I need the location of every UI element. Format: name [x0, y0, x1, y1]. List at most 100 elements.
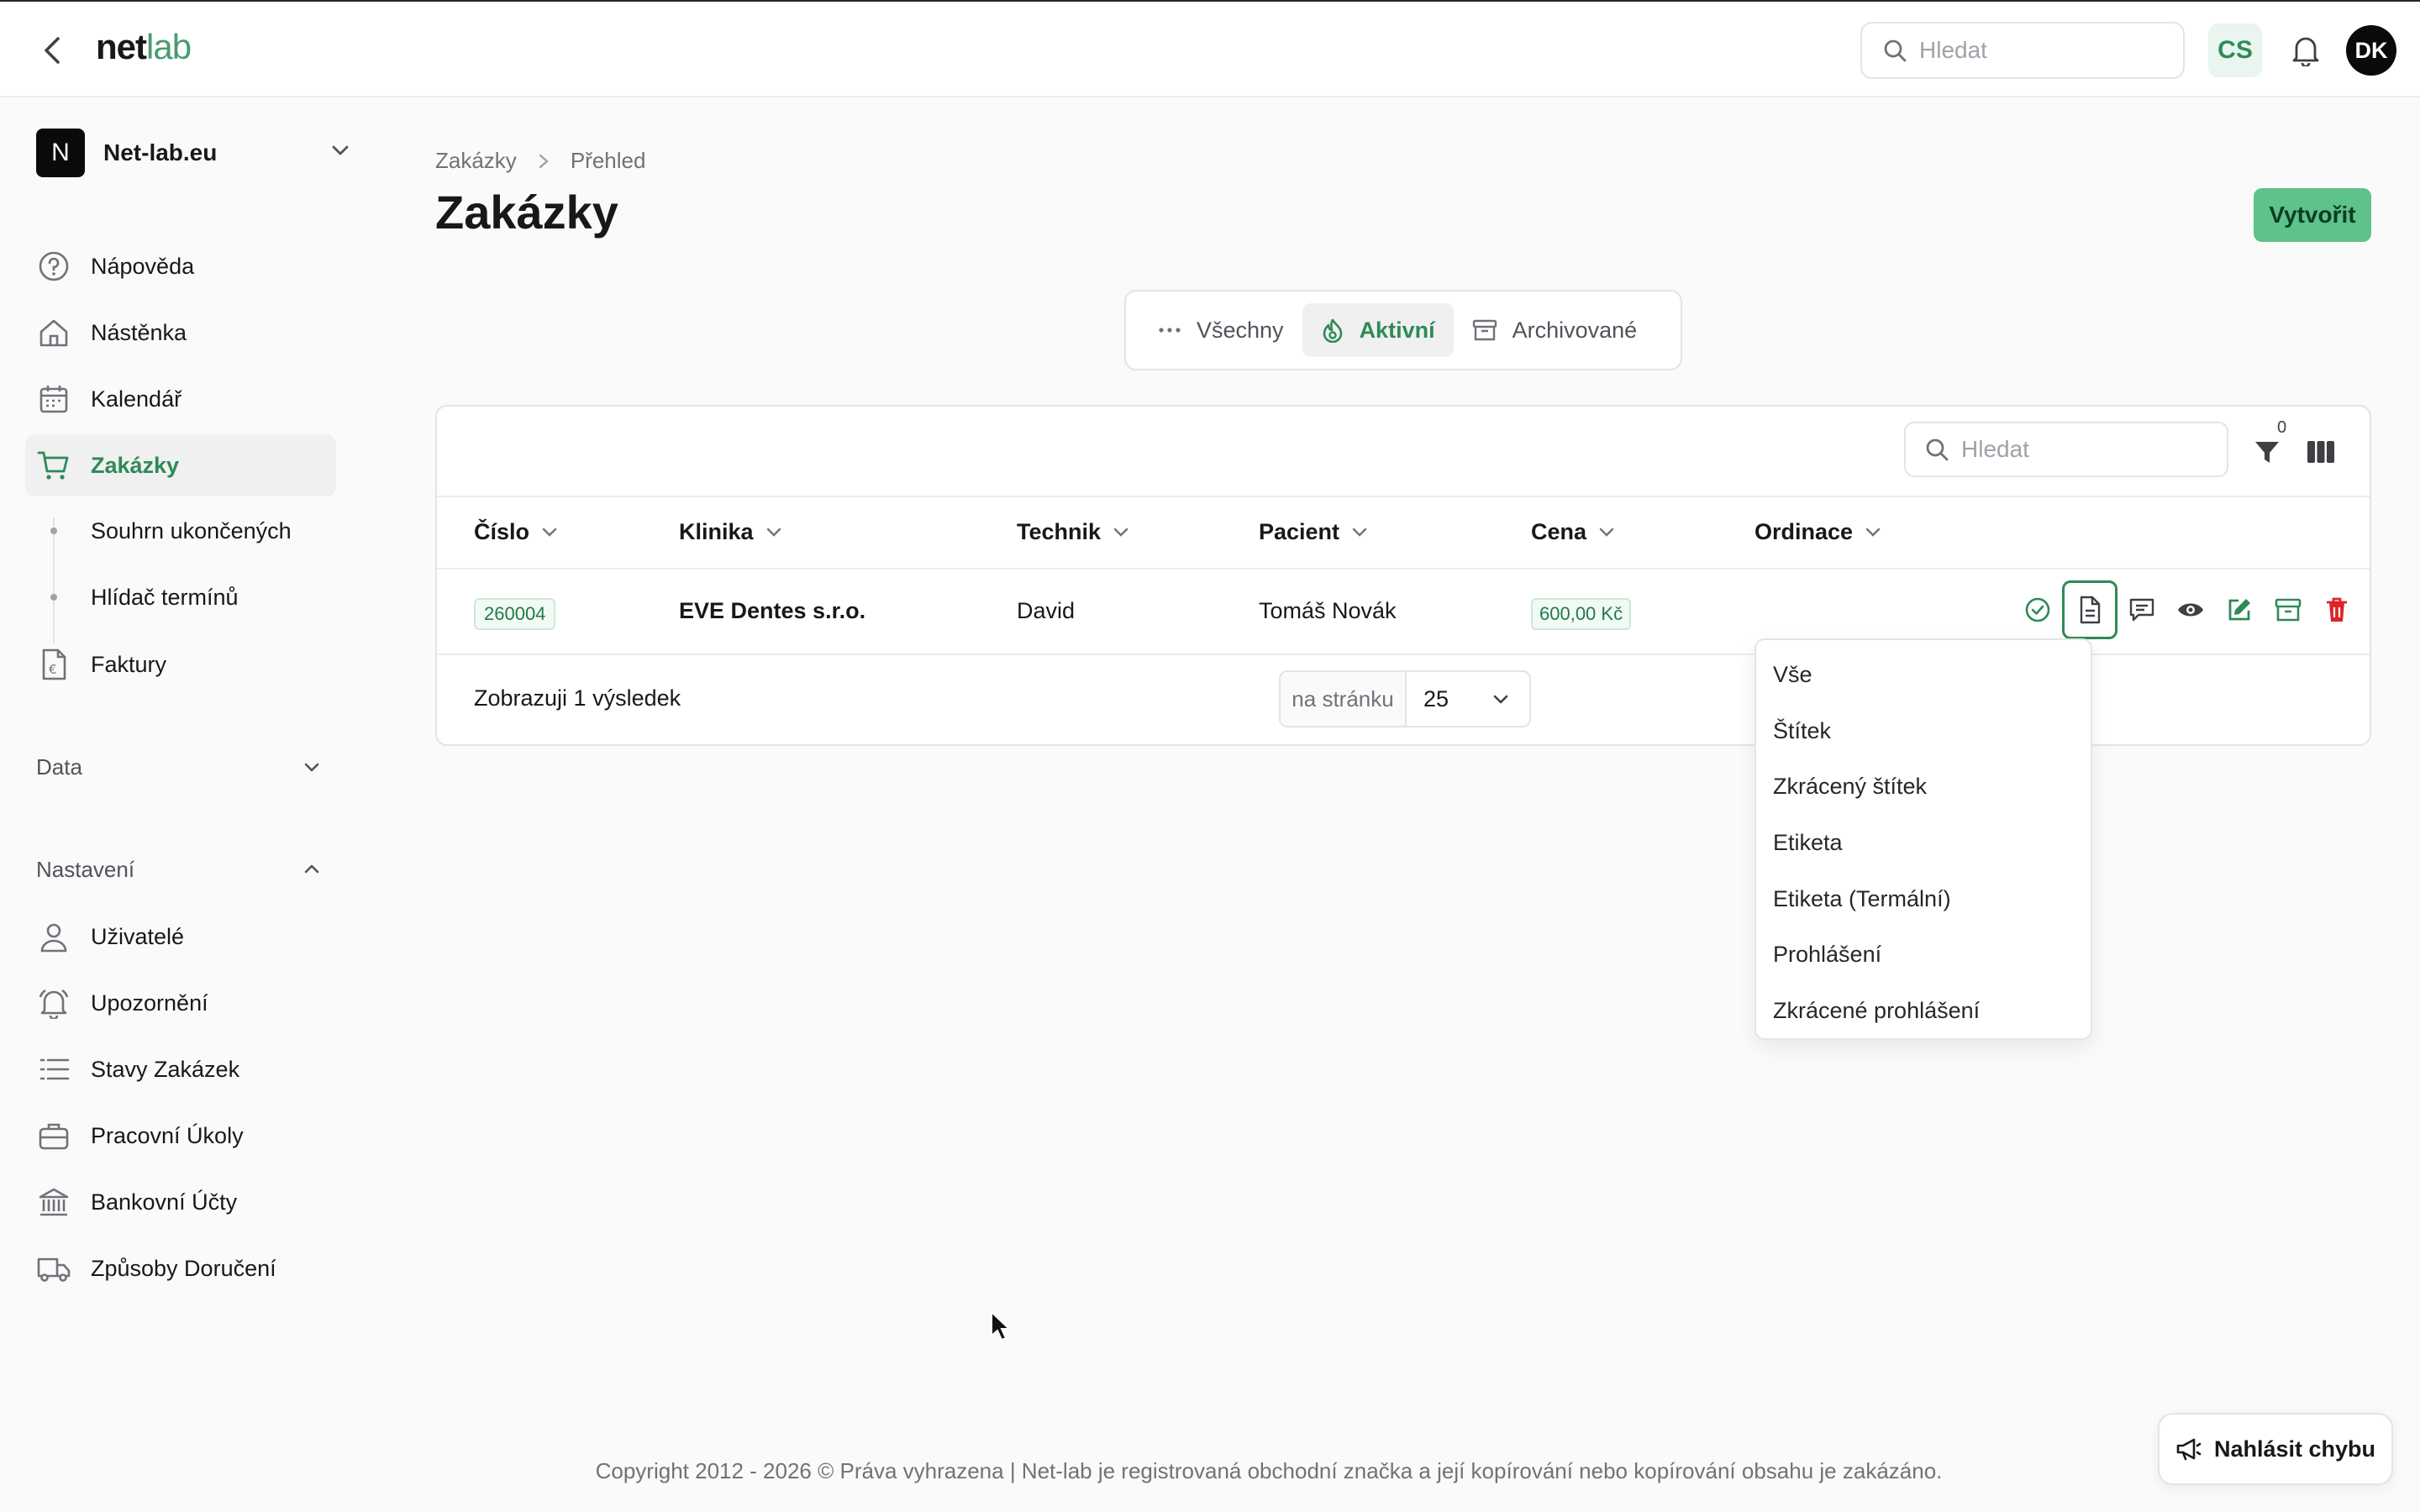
report-bug-button[interactable]: Nahlásit chybu [2158, 1413, 2393, 1485]
column-header-number[interactable]: Číslo [474, 519, 558, 545]
tab-all[interactable]: Všechny [1139, 303, 1302, 357]
help-circle-icon [37, 249, 71, 283]
report-bug-label: Nahlásit chybu [2213, 1436, 2376, 1462]
sidebar-section-data[interactable]: Data [36, 746, 322, 788]
sidebar-item-invoices[interactable]: € Faktury [25, 633, 336, 696]
sidebar-item-notifications[interactable]: Upozornění [25, 972, 336, 1034]
archive-button[interactable] [2264, 580, 2312, 640]
truck-icon [37, 1252, 71, 1285]
per-page-select[interactable]: na stránku 25 [1279, 670, 1531, 727]
print-menu-item-declaration[interactable]: Prohlášení [1756, 927, 2091, 983]
sidebar-item-label: Způsoby Doručení [91, 1255, 276, 1281]
sidebar-item-help[interactable]: Nápověda [25, 235, 336, 297]
chevron-down-icon [765, 527, 782, 538]
breadcrumb-root-link[interactable]: Zakázky [435, 148, 517, 174]
table-header: Číslo Klinika Technik Pacient Cena Ordin… [437, 496, 2370, 570]
bell-icon [37, 986, 71, 1020]
sidebar-item-work-tasks[interactable]: Pracovní Úkoly [25, 1105, 336, 1167]
user-icon [37, 920, 71, 953]
global-search-input[interactable] [1919, 37, 2154, 64]
cell-patient: Tomáš Novák [1259, 598, 1397, 623]
sidebar-item-delivery-methods[interactable]: Způsoby Doručení [25, 1237, 336, 1299]
print-documents-button[interactable] [2062, 580, 2118, 639]
netlab-logo[interactable]: netlab [96, 27, 192, 67]
cell-clinic: EVE Dentes s.r.o. [679, 598, 866, 623]
bullet-dot [50, 594, 57, 601]
column-header-patient[interactable]: Pacient [1259, 519, 1368, 545]
search-icon [1884, 39, 1907, 62]
home-icon [37, 316, 71, 349]
organization-badge: N [36, 129, 85, 177]
bank-icon [37, 1185, 71, 1219]
sidebar-item-label: Upozornění [91, 990, 208, 1016]
column-header-technician[interactable]: Technik [1017, 519, 1129, 545]
column-header-office[interactable]: Ordinace [1754, 519, 1881, 545]
top-bar: netlab CS DK [0, 0, 2420, 97]
delete-button[interactable] [2312, 580, 2361, 640]
columns-icon [2307, 441, 2334, 463]
print-menu-item-all[interactable]: Vše [1756, 647, 2091, 703]
chevron-left-icon [45, 37, 60, 64]
sidebar-item-label: Kalendář [91, 386, 182, 412]
tab-label: Aktivní [1359, 317, 1435, 343]
sidebar-item-label: Stavy Zakázek [91, 1056, 240, 1082]
column-header-label: Klinika [679, 519, 754, 544]
column-header-clinic[interactable]: Klinika [679, 519, 782, 545]
archive-icon [1472, 318, 1497, 342]
page-title: Zakázky [435, 186, 618, 239]
price-badge: 600,00 Kč [1531, 598, 1632, 630]
sidebar-item-dashboard[interactable]: Nástěnka [25, 302, 336, 364]
print-menu-item-etiquette-thermal[interactable]: Etiketa (Termální) [1756, 871, 2091, 927]
sidebar-item-order-states[interactable]: Stavy Zakázek [25, 1038, 336, 1100]
sidebar-section-settings[interactable]: Nastavení [36, 848, 322, 890]
columns-button[interactable] [2304, 435, 2338, 469]
print-menu-item-short-label[interactable]: Zkrácený štítek [1756, 759, 2091, 815]
tab-archived[interactable]: Archivované [1454, 303, 1656, 357]
list-icon [37, 1053, 71, 1086]
search-icon [1926, 438, 1949, 461]
edit-button[interactable] [2215, 580, 2264, 640]
filter-count-badge: 0 [2277, 418, 2287, 437]
sidebar: N Net-lab.eu Nápověda Nástěnka Kalendář … [0, 99, 370, 1410]
back-button[interactable] [34, 32, 71, 69]
create-button[interactable]: Vytvořit [2254, 188, 2371, 242]
chevron-down-icon [1598, 527, 1615, 538]
print-menu-item-short-declaration[interactable]: Zkrácené prohlášení [1756, 983, 2091, 1039]
logo-net-text: net [96, 27, 147, 66]
flame-icon [1321, 318, 1344, 343]
print-menu-item-etiquette[interactable]: Etiketa [1756, 815, 2091, 871]
sidebar-item-label: Zakázky [91, 452, 180, 478]
megaphone-icon [2175, 1436, 2202, 1462]
sidebar-item-bank-accounts[interactable]: Bankovní Účty [25, 1171, 336, 1233]
column-header-price[interactable]: Cena [1531, 519, 1615, 545]
briefcase-icon [37, 1119, 71, 1152]
table-search[interactable] [1904, 422, 2228, 477]
check-circle-icon [2025, 597, 2050, 622]
organization-switcher[interactable]: N Net-lab.eu [36, 128, 351, 178]
sidebar-item-users[interactable]: Uživatelé [25, 906, 336, 968]
chevron-down-icon [1491, 689, 1511, 709]
order-number-badge[interactable]: 260004 [474, 598, 556, 630]
language-switch-button[interactable]: CS [2208, 24, 2262, 77]
sidebar-subitem-completed-summary[interactable]: Souhrn ukončených [50, 506, 292, 556]
user-avatar[interactable]: DK [2346, 25, 2396, 76]
tab-active[interactable]: Aktivní [1302, 303, 1454, 357]
chevron-down-icon [1351, 527, 1368, 538]
column-header-label: Cena [1531, 519, 1587, 544]
svg-text:€: € [49, 662, 57, 677]
sidebar-item-orders[interactable]: Zakázky [25, 434, 336, 496]
sidebar-item-calendar[interactable]: Kalendář [25, 368, 336, 430]
view-button[interactable] [2166, 580, 2215, 640]
column-header-label: Ordinace [1754, 519, 1854, 544]
notifications-button[interactable] [2287, 32, 2324, 69]
comments-button[interactable] [2118, 580, 2166, 640]
table-search-input[interactable] [1961, 436, 2196, 463]
breadcrumb: Zakázky Přehled [435, 148, 645, 174]
global-search[interactable] [1860, 22, 2185, 79]
complete-button[interactable] [2013, 580, 2062, 640]
chevron-down-icon [332, 145, 349, 155]
print-menu-item-label[interactable]: Štítek [1756, 703, 2091, 759]
sidebar-subitem-deadline-watcher[interactable]: Hlídač termínů [50, 572, 239, 622]
sidebar-item-label: Nápověda [91, 253, 195, 279]
filter-button[interactable] [2250, 435, 2284, 469]
